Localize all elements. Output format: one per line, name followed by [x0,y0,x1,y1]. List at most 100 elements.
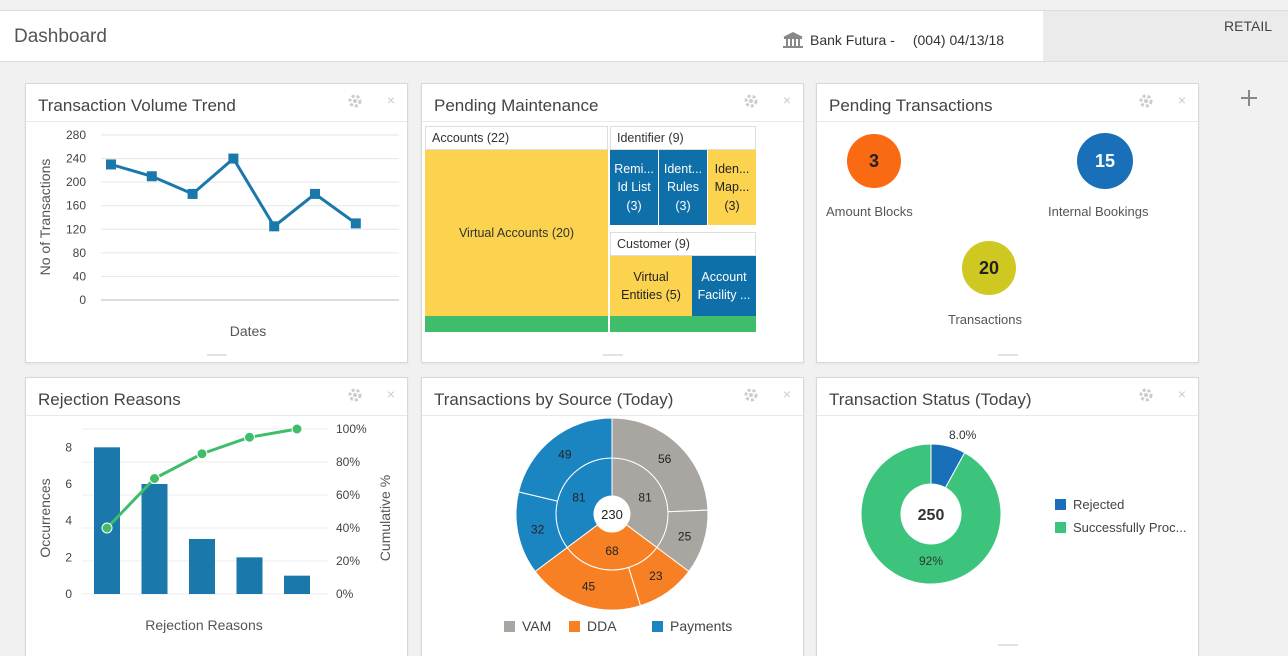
y-axis-label: Occurrences [37,478,53,557]
y2-tick-label: 20% [336,554,360,568]
widget-transaction-status: Transaction Status (Today) × 8.0% 92% 250 R… [816,377,1199,656]
donut-chart: 8.0% 92% 250 Rejected Successfully Proc... [860,428,1186,585]
role-label: RETAIL [1224,18,1272,34]
slice-percent-label: 8.0% [949,428,977,442]
treemap-strip [610,316,756,332]
gear-icon[interactable] [347,387,363,403]
gear-icon[interactable] [743,93,759,109]
y2-axis-label: Cumulative % [377,475,393,561]
cell-text: Facility ... [697,288,751,303]
cumulative-point [244,431,255,443]
cell-text: (3) [626,198,642,213]
y-tick-label: 6 [65,477,72,491]
legend-label: DDA [587,618,617,634]
legend-swatch [1055,522,1066,533]
widget-title: Rejection Reasons [38,390,181,409]
bar [236,557,263,594]
branch-date: 04/13/18 [949,32,1005,48]
treemap-group-accounts[interactable]: Accounts (22) [425,126,608,150]
data-point [310,188,320,199]
legend-swatch [1055,499,1066,510]
widget-title: Pending Maintenance [434,96,599,115]
internal-bookings-badge[interactable]: 15 [1077,133,1133,189]
outer-slice-label: 32 [531,522,545,536]
y2-tick-label: 100% [336,422,367,436]
cumulative-line [105,427,298,530]
page-title: Dashboard [14,26,107,47]
treemap-cell-identifier-mapping[interactable]: Iden... Map... (3) [708,150,756,225]
treemap-strip [425,316,608,332]
data-point [269,221,280,232]
treemap-cell-remitter-id-list[interactable]: Remi... Id List (3) [610,150,658,225]
y-tick-label: 0 [79,293,86,307]
treemap-cell-account-facility[interactable]: Account Facility ... [692,256,756,316]
transactions-label: Transactions [948,312,1022,327]
legend-label: Payments [670,618,732,634]
resize-handle[interactable] [602,354,623,356]
bank-info[interactable]: Bank Futura - (004) 04/13/18 [782,31,1008,49]
resize-handle[interactable] [997,644,1018,646]
cumulative-point [101,522,113,534]
cumulative-point [291,423,303,435]
bank-icon [783,32,803,48]
close-icon[interactable]: × [387,92,395,108]
cell-text: Ident... [663,162,703,177]
gear-icon[interactable] [1138,387,1154,403]
gear-icon[interactable] [1138,93,1154,109]
cell-text: Rules [667,180,699,195]
cell-text: Account [701,270,747,284]
amount-blocks-badge[interactable]: 3 [847,134,901,188]
data-point [146,171,157,182]
widget-rejection-reasons: Rejection Reasons × 8 6 4 2 0 100% 80% 60% 40% 20… [25,377,408,656]
data-point [228,153,239,164]
line-chart: 280 240 200 160 120 80 40 0 Dates No of Transacti… [37,128,399,339]
close-icon[interactable]: × [387,386,395,402]
gear-icon[interactable] [743,387,759,403]
bar [284,575,310,594]
close-icon[interactable]: × [783,386,791,402]
legend-label: Successfully Proc... [1073,520,1186,535]
y2-tick-label: 80% [336,455,360,469]
cell-text: Entities (5) [621,288,681,302]
data-point [106,159,116,170]
treemap-cell-virtual-entities[interactable]: Virtual Entities (5) [610,256,692,316]
outer-slice-label: 56 [658,452,672,466]
close-icon[interactable]: × [1178,386,1186,402]
treemap-group-customer[interactable]: Customer (9) [610,232,756,256]
resize-handle[interactable] [997,354,1018,356]
amount-blocks-label: Amount Blocks [826,204,913,219]
outer-slice-label: 23 [649,569,663,583]
cell-text: Remi... [614,162,654,177]
cell-text: Iden... [714,162,750,177]
resize-handle[interactable] [206,354,227,356]
widget-transactions-by-source: Transactions by Source (Today) × 81 68 81 5… [421,377,804,656]
y-tick-label: 160 [66,199,86,213]
cell-text: (3) [724,198,740,213]
treemap-cell-identifier-rules[interactable]: Ident... Rules (3) [659,150,707,225]
y2-tick-label: 40% [336,521,360,535]
transactions-badge[interactable]: 20 [962,241,1016,295]
close-icon[interactable]: × [783,92,791,108]
top-bar: Dashboard Bank Futura - (004) 04/13/18 R… [0,10,1288,62]
bar [141,484,168,594]
add-widget-button[interactable] [1241,84,1257,110]
data-point [350,218,361,229]
close-icon[interactable]: × [1178,92,1186,108]
y-axis-label: No of Transactions [37,159,53,276]
y-tick-label: 240 [66,152,86,166]
legend-swatch [504,621,515,632]
total-label: 230 [601,507,623,522]
plus-icon [1241,90,1257,106]
gear-icon[interactable] [347,93,363,109]
y-tick-label: 2 [65,550,72,564]
widget-title: Transaction Volume Trend [38,96,236,115]
treemap-cell-virtual-accounts[interactable]: Virtual Accounts (20) [425,150,608,316]
y-tick-label: 120 [66,222,86,236]
inner-slice-label: 81 [572,490,586,504]
inner-slice-label: 68 [605,544,619,558]
role-selector[interactable]: RETAIL [1043,11,1288,61]
x-axis-label: Dates [230,323,267,339]
treemap-group-identifier[interactable]: Identifier (9) [610,126,756,150]
bank-name: Bank Futura - [810,32,895,48]
inner-slice-label: 81 [638,490,652,504]
